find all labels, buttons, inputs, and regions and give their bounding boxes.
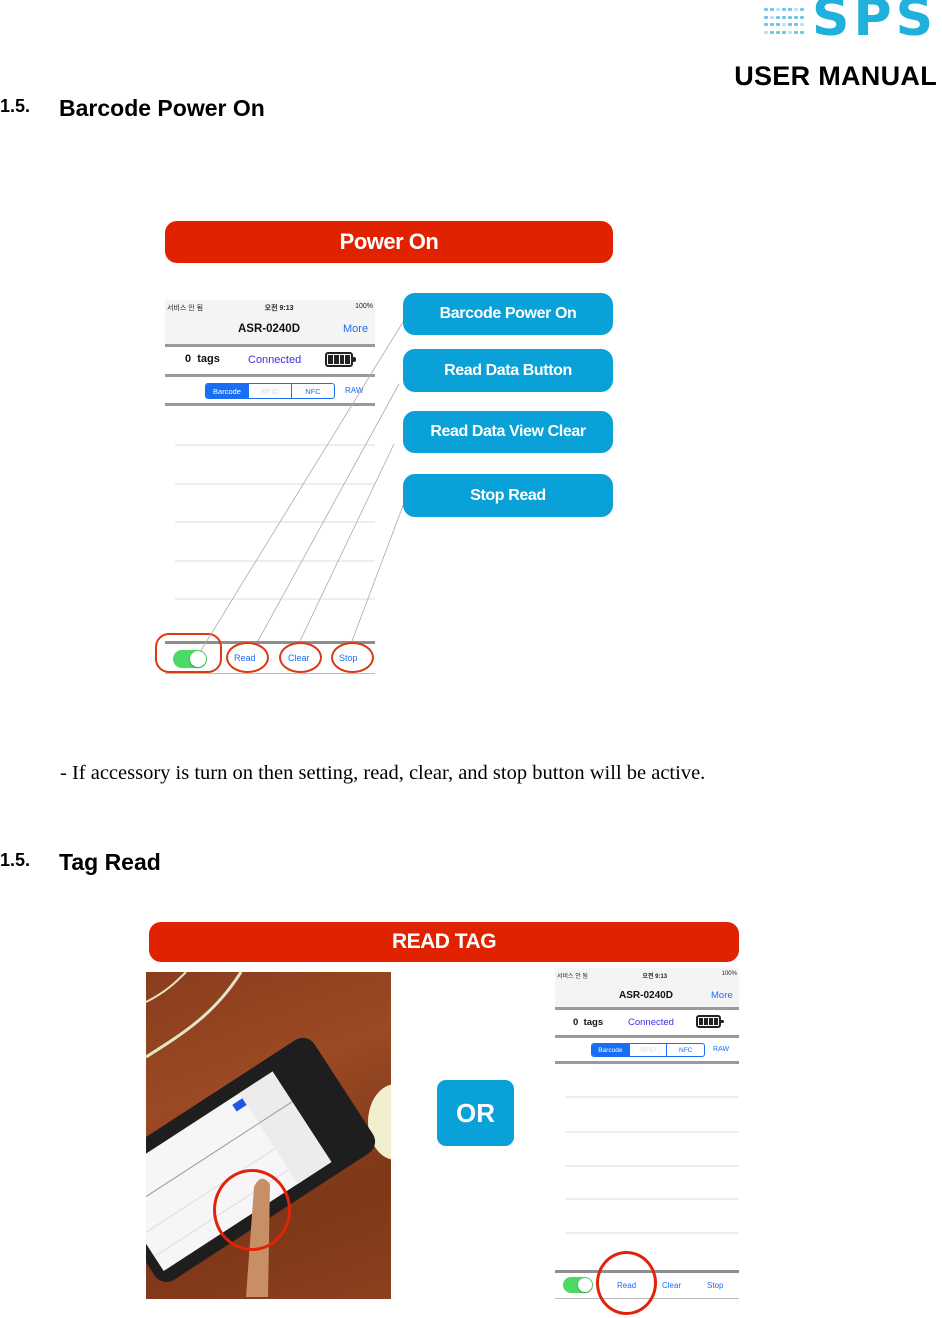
battery-icon	[696, 1015, 724, 1028]
time-label: 오전 9:13	[642, 974, 668, 980]
list-row-divider	[565, 1131, 739, 1133]
divider	[555, 1007, 739, 1010]
list-row-divider	[565, 1232, 739, 1234]
phone-screenshot: 서비스 안 됨 오전 9:13 100% ASR-0240D More 0 ta…	[555, 968, 739, 1300]
divider	[555, 1061, 739, 1064]
section-title: Tag Read	[59, 849, 161, 875]
stop-button[interactable]: Stop	[707, 1281, 723, 1290]
highlight-side-button	[213, 1169, 291, 1251]
photo-illustration	[146, 972, 391, 1297]
segment-barcode[interactable]: Barcode	[592, 1044, 629, 1056]
tags-count: 0 tags	[573, 1017, 604, 1028]
leader-line-clear	[299, 443, 395, 642]
carrier-label: 서비스 안 됨	[557, 974, 588, 980]
list-row-divider	[565, 1198, 739, 1200]
divider	[555, 1035, 739, 1038]
leader-line-power	[199, 321, 404, 653]
more-button[interactable]: More	[711, 990, 733, 1001]
section-number: 1.5.	[0, 850, 31, 870]
power-toggle[interactable]	[563, 1277, 593, 1293]
callout-stop-read: Stop Read	[403, 474, 613, 517]
connection-status: Connected	[628, 1017, 674, 1028]
mode-segmented-control: Barcode RFID NFC	[591, 1043, 705, 1057]
list-row-divider	[565, 1096, 739, 1098]
device-title: ASR-0240D	[619, 990, 673, 1001]
or-badge: OR	[437, 1080, 514, 1146]
leader-line-stop	[351, 502, 405, 642]
raw-button[interactable]: RAW	[713, 1046, 729, 1053]
segment-rfid[interactable]: RFID	[628, 1044, 667, 1056]
callout-read-data-view-clear: Read Data View Clear	[403, 411, 613, 453]
highlight-read-button	[596, 1251, 657, 1315]
bullet-note: - If accessory is turn on then setting, …	[60, 762, 706, 784]
callout-leader-lines	[199, 321, 405, 653]
callout-read-data-button: Read Data Button	[403, 349, 613, 392]
read-tag-banner: READ TAG	[149, 922, 739, 962]
leader-line-read	[257, 383, 400, 642]
list-row-divider	[565, 1165, 739, 1167]
segment-nfc[interactable]: NFC	[666, 1044, 704, 1056]
callout-barcode-power-on: Barcode Power On	[403, 293, 613, 335]
battery-pct-label: 100%	[721, 971, 737, 977]
clear-button[interactable]: Clear	[662, 1281, 681, 1290]
hand-holding-phone-photo	[146, 972, 391, 1299]
